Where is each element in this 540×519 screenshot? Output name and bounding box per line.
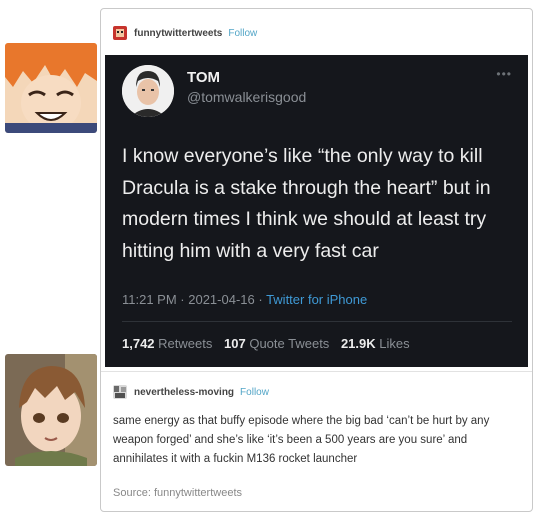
- tweet-timestamp-line: 11:21 PM · 2021-04-16 · Twitter for iPho…: [122, 292, 367, 307]
- source-link[interactable]: Source: funnytwittertweets: [113, 487, 242, 499]
- tweet-time[interactable]: 11:21 PM · 2021-04-16 ·: [122, 292, 266, 307]
- tweet-source-link[interactable]: Twitter for iPhone: [266, 292, 367, 307]
- reblog-comment-text: same energy as that buffy episode where …: [113, 415, 490, 465]
- divider: [122, 321, 512, 322]
- reblog-blog-name-link[interactable]: nevertheless-moving: [134, 387, 234, 398]
- likes-stat[interactable]: 21.9K Likes: [341, 336, 410, 351]
- likes-label: Likes: [379, 336, 410, 351]
- reblog-divider: [101, 371, 532, 372]
- reblog-follow-button[interactable]: Follow: [240, 387, 269, 398]
- follow-button[interactable]: Follow: [228, 28, 257, 39]
- more-options-icon[interactable]: •••: [496, 67, 512, 81]
- tweet-display-name[interactable]: TOM: [187, 69, 220, 86]
- retweets-label: Retweets: [158, 336, 213, 351]
- tumblr-post-card: funnytwittertweets Follow TOM @tomwalker…: [100, 8, 533, 512]
- quotes-count: 107: [224, 336, 246, 351]
- reblog-avatar-icon[interactable]: [113, 385, 127, 399]
- tweet-text: I know everyone’s like “the only way to …: [122, 145, 491, 262]
- embedded-tweet: TOM @tomwalkerisgood ••• I know everyone…: [105, 55, 528, 367]
- retweets-count: 1,742: [122, 336, 155, 351]
- tweet-handle[interactable]: @tomwalkerisgood: [187, 89, 306, 105]
- quotes-stat[interactable]: 107 Quote Tweets: [224, 336, 329, 351]
- blog-name-link[interactable]: funnytwittertweets: [134, 28, 222, 39]
- anime-avatar-orange-hair: [5, 43, 97, 133]
- post-header: funnytwittertweets Follow: [113, 25, 257, 41]
- blog-avatar-icon[interactable]: [113, 26, 127, 40]
- likes-count: 21.9K: [340, 336, 376, 351]
- tweet-avatar[interactable]: [122, 65, 174, 117]
- anime-avatar-brown-hair: [5, 354, 97, 466]
- reblog-header: nevertheless-moving Follow: [113, 384, 269, 400]
- tweet-stats: 1,742 Retweets 107 Quote Tweets 21.9K Li…: [122, 336, 410, 351]
- quotes-label: Quote Tweets: [249, 336, 330, 351]
- retweets-stat[interactable]: 1,742 Retweets: [122, 336, 212, 351]
